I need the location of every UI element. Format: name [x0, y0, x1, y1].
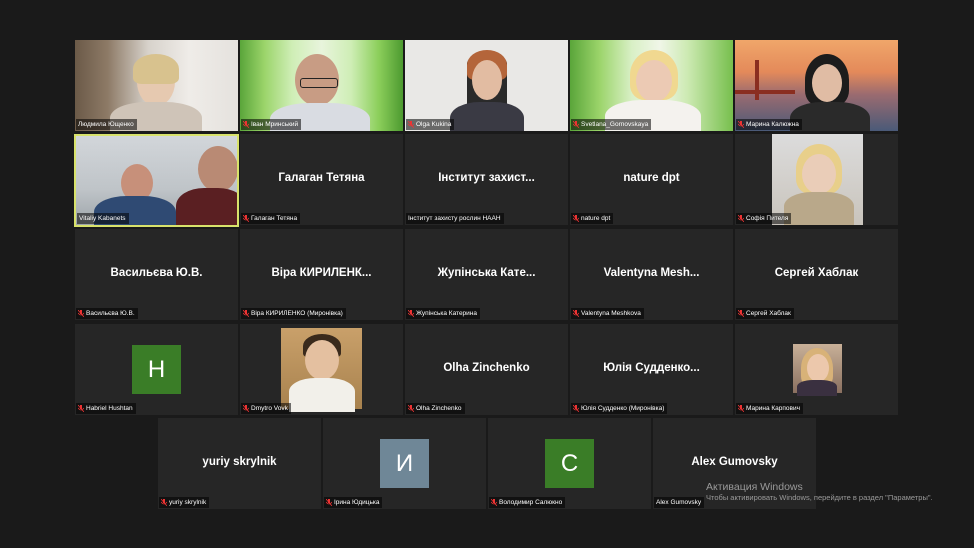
participant-name-label: Valentyna Meshkova — [571, 308, 644, 319]
participant-display-name: nature dpt — [623, 172, 680, 184]
participant-name-label: Людмила Ющенко — [76, 119, 137, 130]
mic-muted-icon — [738, 405, 744, 412]
participant-tile[interactable]: Галаган Тетяна Галаган Тетяна — [240, 134, 403, 225]
participant-display-name: Olha Zinchenko — [443, 362, 530, 374]
mic-muted-icon — [243, 215, 249, 222]
video-feed — [735, 40, 898, 131]
participant-display-name: Васильєва Ю.В. — [110, 267, 203, 279]
participant-tile[interactable]: Софія Пителя — [735, 134, 898, 225]
participant-name-label: Володимир Салюкно — [489, 497, 566, 508]
initial-avatar: И — [380, 439, 429, 488]
video-feed — [76, 136, 237, 225]
participant-name-label: Софія Пителя — [736, 213, 792, 224]
participant-display-name: Інститут захист... — [438, 172, 535, 184]
mic-muted-icon — [738, 215, 744, 222]
mic-muted-icon — [326, 499, 332, 506]
participant-display-name: Галаган Тетяна — [278, 172, 365, 184]
participant-display-name: Сергей Хаблак — [774, 267, 859, 279]
participant-name-label: Olha Zinchenko — [406, 403, 465, 414]
participant-name-label: Сергей Хаблак — [736, 308, 794, 319]
participant-tile[interactable]: H Habriel Hushtan — [75, 324, 238, 415]
windows-activation-subtitle: Чтобы активировать Windows, перейдите в … — [706, 493, 933, 502]
participant-tile[interactable]: Valentyna Mesh... Valentyna Meshkova — [570, 229, 733, 320]
participant-name-label: Жупінська Катерина — [406, 308, 481, 319]
participant-display-name: Alex Gumovsky — [691, 456, 778, 468]
participant-name-label: Olga Kukina — [406, 119, 455, 130]
participant-tile-active-speaker[interactable]: Vitaliy Kabanets — [74, 134, 239, 227]
participant-name-label: Марина Карпович — [736, 403, 803, 414]
participant-tile[interactable]: Людмила Ющенко — [75, 40, 238, 131]
participant-name-label: nature dpt — [571, 213, 614, 224]
participant-tile[interactable]: Юлія Судденко... Юлія Судденко (Миронівк… — [570, 324, 733, 415]
mic-muted-icon — [573, 121, 579, 128]
participant-name-label: yuriy skrylnik — [159, 497, 210, 508]
participant-name-label: Марина Калюжна — [736, 119, 802, 130]
mic-muted-icon — [738, 310, 744, 317]
participant-name-label: Галаган Тетяна — [241, 213, 301, 224]
initial-avatar: С — [545, 439, 594, 488]
participant-tile[interactable]: Віра КИРИЛЕНК... Віра КИРИЛЕНКО (Миронів… — [240, 229, 403, 320]
participant-display-name: Жупінська Кате... — [437, 267, 536, 279]
mic-muted-icon — [78, 310, 84, 317]
profile-photo — [772, 134, 863, 225]
participant-name-label: Svetlana_Gornovskaya — [571, 119, 652, 130]
participant-tile[interactable]: Васильєва Ю.В. Васильєва Ю.В. — [75, 229, 238, 320]
initial-avatar: H — [132, 345, 181, 394]
mic-muted-icon — [161, 499, 167, 506]
mic-muted-icon — [408, 121, 414, 128]
participant-display-name: Віра КИРИЛЕНК... — [271, 267, 372, 279]
participant-display-name: yuriy skrylnik — [202, 456, 277, 468]
participant-tile[interactable]: И Ірина Юдицька — [323, 418, 486, 509]
mic-muted-icon — [738, 121, 744, 128]
participant-name-label: Alex Gumovsky — [654, 497, 705, 508]
profile-photo — [281, 328, 362, 412]
participant-name-label: Віра КИРИЛЕНКО (Миронівка) — [241, 308, 346, 319]
participant-tile[interactable]: Іван Мринський — [240, 40, 403, 131]
participant-name-label: Юлія Судденко (Миронівка) — [571, 403, 668, 414]
participant-tile[interactable]: Svetlana_Gornovskaya — [570, 40, 733, 131]
mic-muted-icon — [408, 310, 414, 317]
mic-muted-icon — [78, 405, 84, 412]
participant-name-label: Інститут захисту рослин НААН — [406, 213, 504, 224]
mic-muted-icon — [573, 215, 579, 222]
participant-tile[interactable]: yuriy skrylnik yuriy skrylnik — [158, 418, 321, 509]
participant-tile[interactable]: Сергей Хаблак Сергей Хаблак — [735, 229, 898, 320]
video-feed — [240, 40, 403, 131]
video-feed — [570, 40, 733, 131]
participant-tile[interactable]: С Володимир Салюкно — [488, 418, 651, 509]
mic-muted-icon — [243, 405, 249, 412]
video-call-gallery: { "participants": [ {"label":"Людмила Ющ… — [0, 0, 974, 548]
participant-name-label: Васильєва Ю.В. — [76, 308, 138, 319]
participant-display-name: Valentyna Mesh... — [603, 267, 700, 279]
mic-muted-icon — [408, 405, 414, 412]
participant-tile[interactable]: Марина Карпович — [735, 324, 898, 415]
windows-activation-title: Активация Windows — [706, 481, 803, 493]
participant-tile[interactable]: nature dpt nature dpt — [570, 134, 733, 225]
mic-muted-icon — [491, 499, 497, 506]
participant-tile[interactable]: Жупінська Кате... Жупінська Катерина — [405, 229, 568, 320]
participant-name-label: Ірина Юдицька — [324, 497, 383, 508]
participant-tile[interactable]: Марина Калюжна — [735, 40, 898, 131]
participant-display-name: Юлія Судденко... — [603, 362, 700, 374]
participant-tile[interactable]: Olha Zinchenko Olha Zinchenko — [405, 324, 568, 415]
profile-photo — [793, 344, 842, 396]
participant-name-label: Іван Мринський — [241, 119, 302, 130]
video-feed — [405, 40, 568, 131]
mic-muted-icon — [573, 310, 579, 317]
mic-muted-icon — [243, 310, 249, 317]
mic-muted-icon — [573, 405, 579, 412]
participant-tile[interactable]: Інститут захист... Інститут захисту росл… — [405, 134, 568, 225]
participant-name-label: Vitaliy Kabanets — [77, 213, 129, 224]
mic-muted-icon — [243, 121, 249, 128]
participant-name-label: Habriel Hushtan — [76, 403, 136, 414]
participant-name-label: Dmytro Vovk — [241, 403, 291, 414]
participant-tile[interactable]: Dmytro Vovk — [240, 324, 403, 415]
video-feed — [75, 40, 238, 131]
participant-tile[interactable]: Olga Kukina — [405, 40, 568, 131]
